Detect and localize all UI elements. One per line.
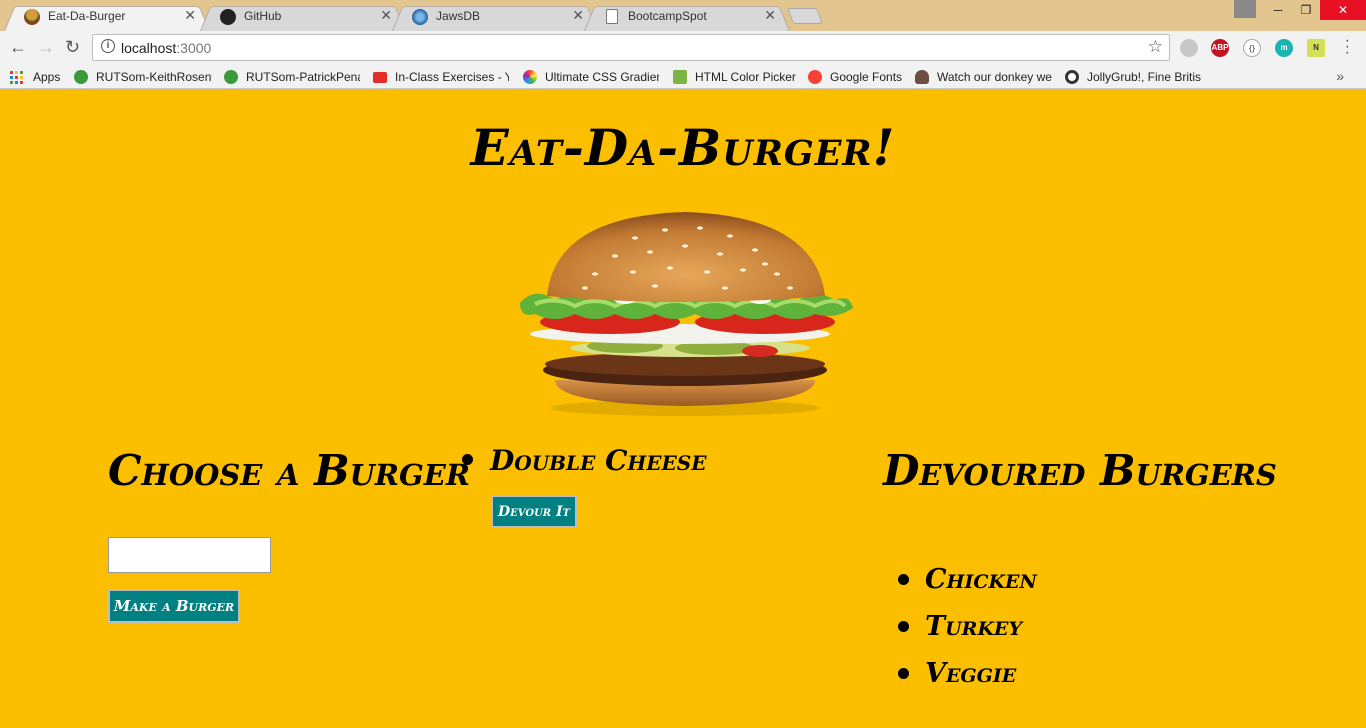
- new-tab-button[interactable]: [787, 8, 823, 24]
- bookmark-rutsom-patrick[interactable]: RUTSom-PatrickPena: [224, 68, 360, 86]
- bookmark-label: Google Fonts: [830, 70, 903, 84]
- tab-bootcampspot[interactable]: BootcampSpot ✕: [584, 2, 790, 31]
- restore-icon[interactable]: ❐: [1292, 0, 1320, 20]
- bookmarks-overflow-icon[interactable]: »: [1336, 68, 1344, 84]
- address-bar[interactable]: i localhost:3000 ☆: [92, 34, 1170, 61]
- recycle-icon: [224, 70, 238, 84]
- tab-close-icon[interactable]: ✕: [380, 7, 392, 24]
- bookmark-donkey[interactable]: Watch our donkey we: [915, 68, 1053, 86]
- page-icon: [606, 9, 618, 24]
- bookmark-html-color-picker[interactable]: HTML Color Picker: [673, 68, 801, 86]
- google-fonts-icon: [808, 70, 822, 84]
- tab-title: Eat-Da-Burger: [48, 9, 126, 23]
- apps-grid-icon: [10, 70, 23, 84]
- jollygrub-icon: [1065, 70, 1079, 84]
- tab-eat-da-burger[interactable]: Eat-Da-Burger ✕: [4, 2, 210, 31]
- devour-it-button[interactable]: Devour It: [491, 495, 577, 528]
- bookmark-rutsom-keith[interactable]: RUTSom-KeithRosent: [74, 68, 212, 86]
- gradient-icon: [523, 70, 537, 84]
- tab-title: JawsDB: [436, 9, 481, 23]
- bookmark-google-fonts[interactable]: Google Fonts: [808, 68, 908, 86]
- tab-close-icon[interactable]: ✕: [572, 7, 584, 24]
- tab-github[interactable]: GitHub ✕: [200, 2, 406, 31]
- window-close-icon[interactable]: ✕: [1320, 0, 1366, 20]
- url-text: localhost:3000: [121, 40, 212, 56]
- bookmark-star-icon[interactable]: ☆: [1148, 37, 1163, 57]
- recycle-icon: [74, 70, 88, 84]
- choose-burger-heading: Choose a Burger: [108, 446, 471, 495]
- tab-title: BootcampSpot: [628, 9, 707, 23]
- bookmark-label: JollyGrub!, Fine Britis: [1087, 70, 1201, 84]
- tab-title: GitHub: [244, 9, 282, 23]
- bullet-icon: [898, 621, 909, 632]
- bullet-icon: [898, 668, 909, 679]
- browser-toolbar: ← → ↻ i localhost:3000 ☆ ABP {} m N · · ·: [0, 31, 1366, 64]
- page-body: Eat-Da-Burger! Choose a Burger Make a Bu…: [0, 90, 1366, 728]
- bookmark-in-class-exercises[interactable]: In-Class Exercises - Yo: [373, 68, 509, 86]
- tab-jawsdb[interactable]: JawsDB ✕: [392, 2, 598, 31]
- extension-n-icon[interactable]: N: [1307, 39, 1325, 57]
- youtube-icon: [373, 71, 387, 83]
- reload-icon[interactable]: ↻: [65, 37, 80, 58]
- devoured-burgers-heading: Devoured Burgers: [883, 446, 1277, 495]
- browser-menu-icon[interactable]: · · ·: [1345, 33, 1350, 61]
- burger-image: [520, 212, 853, 416]
- devoured-burger-name: Turkey: [925, 611, 1023, 642]
- devoured-burger-name: Veggie: [925, 658, 1017, 689]
- bookmark-label: RUTSom-KeithRosent: [96, 70, 212, 84]
- extension-code-icon[interactable]: {}: [1243, 39, 1261, 57]
- extension-m-icon[interactable]: m: [1275, 39, 1293, 57]
- tab-close-icon[interactable]: ✕: [764, 7, 776, 24]
- site-info-icon[interactable]: i: [101, 39, 115, 53]
- adblock-plus-icon[interactable]: ABP: [1211, 39, 1229, 57]
- bookmark-css-gradient[interactable]: Ultimate CSS Gradien: [523, 68, 659, 86]
- burger-name-input[interactable]: [108, 537, 271, 573]
- bookmark-label: In-Class Exercises - Yo: [395, 70, 509, 84]
- color-picker-icon: [673, 70, 687, 84]
- devoured-burger-name: Chicken: [925, 564, 1037, 595]
- minimize-icon[interactable]: ─: [1264, 0, 1292, 20]
- window-controls: ─ ❐ ✕: [1264, 0, 1366, 22]
- bookmark-jollygrub[interactable]: JollyGrub!, Fine Britis: [1065, 68, 1201, 86]
- bookmark-label: Watch our donkey we: [937, 70, 1052, 84]
- bookmark-label: Apps: [33, 70, 61, 84]
- bookmarks-bar: Apps RUTSom-KeithRosent RUTSom-PatrickPe…: [0, 64, 1366, 89]
- bookmark-label: Ultimate CSS Gradien: [545, 70, 659, 84]
- forward-arrow-icon[interactable]: →: [37, 37, 55, 58]
- page-title: Eat-Da-Burger!: [470, 118, 896, 177]
- tab-strip: Eat-Da-Burger ✕ GitHub ✕ JawsDB ✕ Bootca…: [0, 0, 1366, 31]
- heart-icon: [915, 70, 929, 84]
- burger-name: Double Cheese: [490, 444, 707, 477]
- profile-icon[interactable]: [1234, 0, 1256, 18]
- make-burger-button[interactable]: Make a Burger: [108, 589, 240, 623]
- extension-grey-icon[interactable]: [1180, 39, 1198, 57]
- bullet-icon: [898, 574, 909, 585]
- tab-close-icon[interactable]: ✕: [184, 7, 196, 24]
- back-arrow-icon[interactable]: ←: [9, 37, 27, 58]
- bullet-icon: [462, 454, 473, 465]
- bookmark-apps[interactable]: Apps: [10, 68, 60, 86]
- bookmark-label: HTML Color Picker: [695, 70, 796, 84]
- bookmark-label: RUTSom-PatrickPena: [246, 70, 360, 84]
- github-icon: [220, 9, 236, 25]
- jawsdb-icon: [412, 9, 428, 25]
- burger-favicon-icon: [24, 9, 40, 25]
